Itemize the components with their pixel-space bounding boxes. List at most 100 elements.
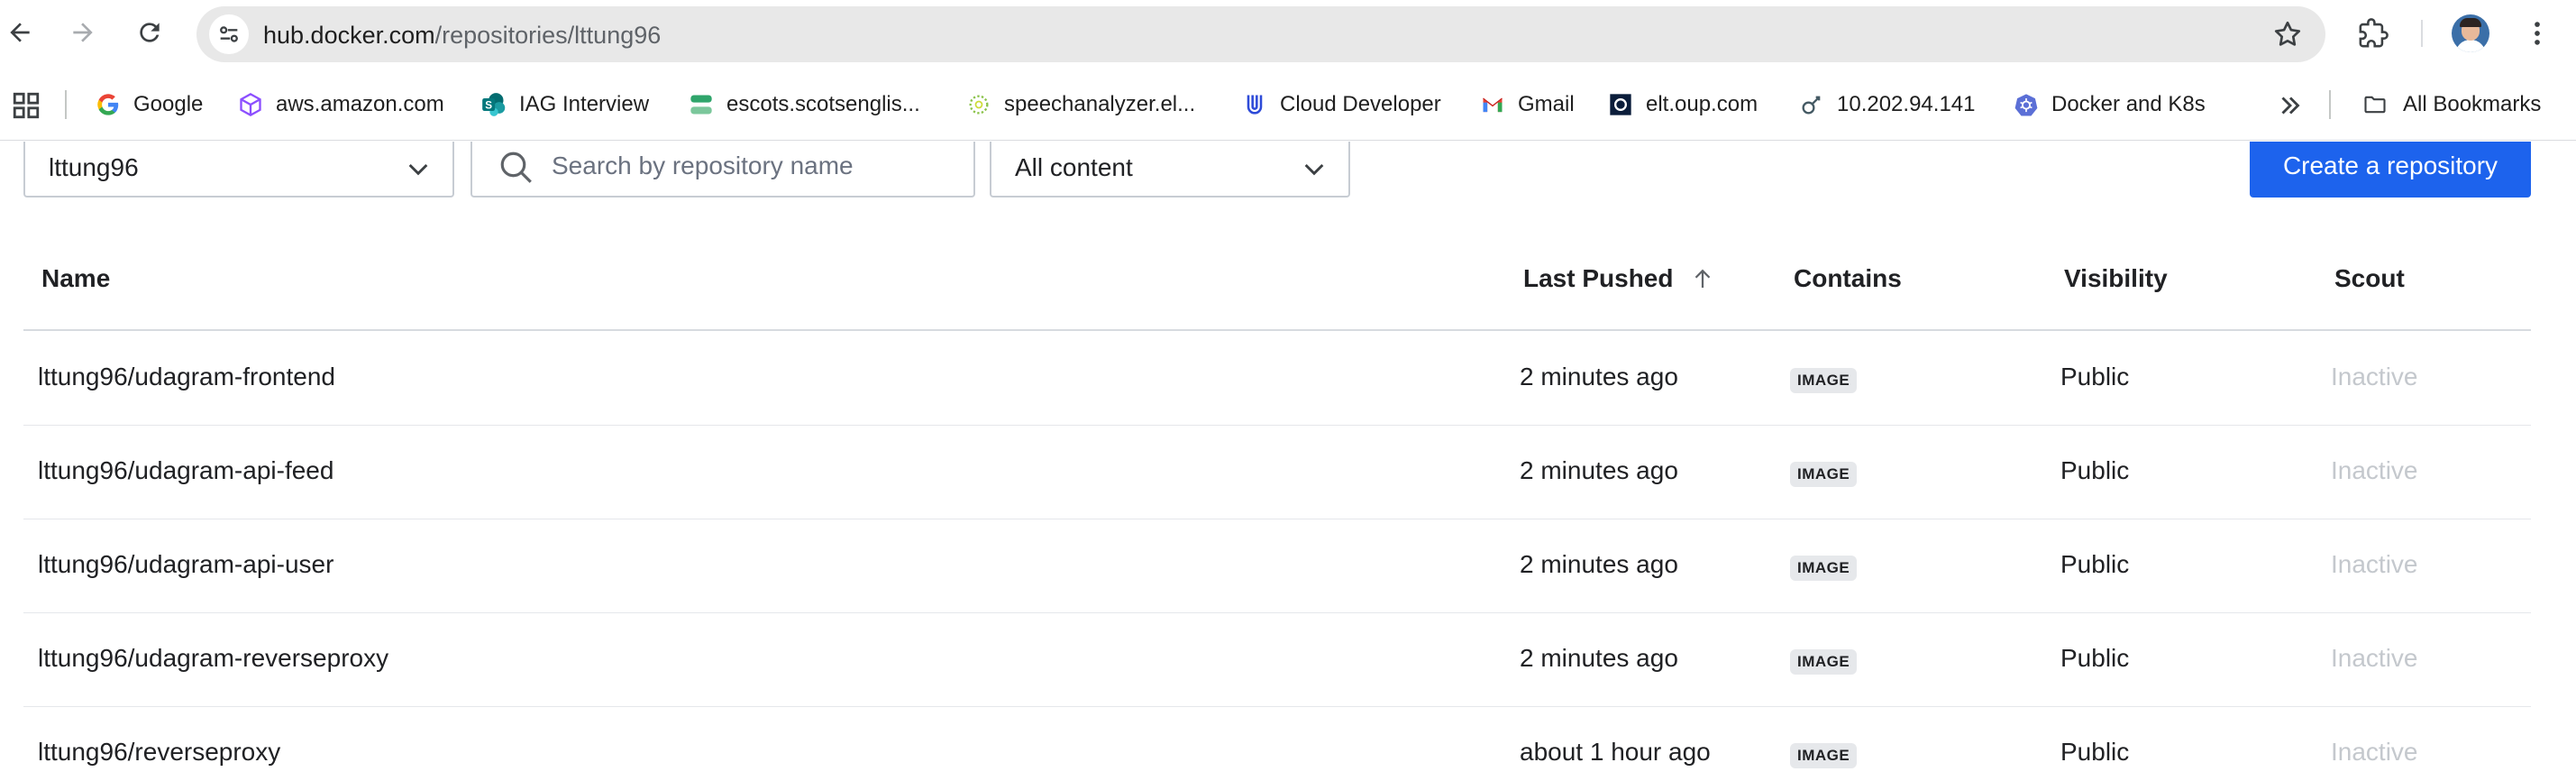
column-header-last-pushed[interactable]: Last Pushed <box>1523 264 1716 293</box>
contains-badge: IMAGE <box>1790 556 1858 581</box>
bookmark-speechanalyzer[interactable]: speechanalyzer.el... <box>966 83 1195 126</box>
visibility-value: Public <box>2060 456 2130 484</box>
column-label: Visibility <box>2064 264 2168 292</box>
last-pushed-value: 2 minutes ago <box>1520 363 1678 390</box>
table-row[interactable]: lttung96/udagram-api-user 2 minutes ago … <box>23 519 2531 613</box>
aws-icon <box>238 92 263 117</box>
last-pushed-value: about 1 hour ago <box>1520 738 1711 766</box>
repository-name-link[interactable]: lttung96/udagram-api-user <box>38 550 333 579</box>
address-bar[interactable]: hub.docker.com/repositories/lttung96 <box>196 6 2325 62</box>
google-icon <box>96 92 121 117</box>
column-header-contains: Contains <box>1794 264 1902 293</box>
contains-badge: IMAGE <box>1790 368 1858 393</box>
scout-status: Inactive <box>2331 363 2418 390</box>
visibility-value: Public <box>2060 363 2130 390</box>
server-icon <box>1799 92 1824 117</box>
bookmark-google[interactable]: Google <box>96 83 203 126</box>
column-label: Name <box>41 264 111 292</box>
contains-badge: IMAGE <box>1790 462 1858 487</box>
bookmark-label: escots.scotsenglis... <box>726 92 920 116</box>
folder-icon <box>2360 89 2390 120</box>
all-bookmarks-button[interactable]: All Bookmarks <box>2360 83 2541 126</box>
scout-status: Inactive <box>2331 738 2418 766</box>
sort-ascending-icon[interactable] <box>1689 265 1716 292</box>
bookmark-label: Gmail <box>1518 92 1575 116</box>
toolbar-divider <box>2421 20 2423 47</box>
column-header-name[interactable]: Name <box>41 264 110 293</box>
column-label: Scout <box>2334 264 2405 292</box>
bookmark-label: IAG Interview <box>519 92 650 116</box>
search-icon <box>500 152 532 183</box>
url-path: /repositories/lttung96 <box>434 22 662 49</box>
menu-icon[interactable] <box>2518 14 2556 52</box>
extensions-icon[interactable] <box>2354 14 2392 52</box>
bookmark-cloud-developer[interactable]: Cloud Developer <box>1242 83 1441 126</box>
bookmark-star-icon[interactable] <box>2271 18 2304 51</box>
column-header-visibility: Visibility <box>2064 264 2168 293</box>
scout-status: Inactive <box>2331 550 2418 578</box>
table-row[interactable]: lttung96/udagram-frontend 2 minutes ago … <box>23 332 2531 426</box>
namespace-select[interactable]: lttung96 <box>23 142 454 198</box>
bookmark-label: speechanalyzer.el... <box>1004 92 1196 116</box>
search-input[interactable] <box>552 148 930 184</box>
column-header-scout: Scout <box>2334 264 2405 293</box>
repository-name-link[interactable]: lttung96/udagram-reverseproxy <box>38 644 388 673</box>
bookmark-label: elt.oup.com <box>1646 92 1758 116</box>
bookmark-iag-interview[interactable]: S IAG Interview <box>481 83 649 126</box>
url-host: hub.docker.com <box>263 22 435 49</box>
column-label: Contains <box>1794 264 1902 292</box>
svg-text:S: S <box>485 100 492 112</box>
bookmark-label: Docker and K8s <box>2051 92 2206 116</box>
table-row[interactable]: lttung96/udagram-reverseproxy 2 minutes … <box>23 613 2531 707</box>
apps-grid-icon[interactable] <box>11 90 41 121</box>
reload-icon[interactable] <box>130 13 169 52</box>
table-row[interactable]: lttung96/udagram-api-feed 2 minutes ago … <box>23 426 2531 519</box>
bookmark-ip-address[interactable]: 10.202.94.141 <box>1799 83 1975 126</box>
bookmark-docker-k8s[interactable]: Docker and K8s <box>2014 83 2206 126</box>
chevron-down-icon <box>408 163 428 176</box>
last-pushed-value: 2 minutes ago <box>1520 456 1678 484</box>
site-info-icon[interactable] <box>209 14 249 54</box>
kubernetes-icon <box>2014 92 2039 117</box>
bookmark-gmail[interactable]: Gmail <box>1480 83 1575 126</box>
bookmark-label: Cloud Developer <box>1280 92 1441 116</box>
content-filter-select[interactable]: All content <box>990 142 1350 198</box>
forward-icon[interactable] <box>63 13 103 52</box>
visibility-value: Public <box>2060 738 2130 766</box>
contains-badge: IMAGE <box>1790 649 1858 675</box>
bookmark-escots[interactable]: escots.scotsenglis... <box>689 83 920 126</box>
bookmark-elt-oup[interactable]: elt.oup.com <box>1608 83 1758 126</box>
oup-icon <box>1608 92 1633 117</box>
bookmarks-divider <box>2329 90 2331 119</box>
last-pushed-value: 2 minutes ago <box>1520 644 1678 672</box>
speechanalyzer-icon <box>966 92 991 117</box>
last-pushed-value: 2 minutes ago <box>1520 550 1678 578</box>
table-row[interactable]: lttung96/reverseproxy about 1 hour ago I… <box>23 707 2531 781</box>
repository-name-link[interactable]: lttung96/udagram-api-feed <box>38 456 333 485</box>
repository-name-link[interactable]: lttung96/reverseproxy <box>38 738 280 767</box>
all-bookmarks-label: All Bookmarks <box>2403 92 2542 116</box>
create-repository-button[interactable]: Create a repository <box>2250 142 2531 198</box>
column-label: Last Pushed <box>1523 264 1674 292</box>
profile-avatar[interactable] <box>2452 14 2489 52</box>
browser-toolbar: hub.docker.com/repositories/lttung96 <box>0 0 2576 69</box>
escots-icon <box>689 92 714 117</box>
gmail-icon <box>1480 92 1505 117</box>
back-icon[interactable] <box>0 13 40 52</box>
url-text: hub.docker.com/repositories/lttung96 <box>263 22 661 49</box>
repository-name-link[interactable]: lttung96/udagram-frontend <box>38 363 335 391</box>
bookmark-label: Google <box>133 92 204 116</box>
sharepoint-icon: S <box>481 92 507 117</box>
visibility-value: Public <box>2060 550 2130 578</box>
chevron-down-icon <box>1304 163 1324 176</box>
udacity-icon <box>1242 92 1267 117</box>
visibility-value: Public <box>2060 644 2130 672</box>
repository-search[interactable] <box>470 142 975 198</box>
scout-status: Inactive <box>2331 644 2418 672</box>
table-header: Name Last Pushed Contains Visibility Sco… <box>23 253 2531 331</box>
more-bookmarks-icon[interactable] <box>2275 90 2306 121</box>
bookmark-label: 10.202.94.141 <box>1837 92 1976 116</box>
repositories-page: lttung96 All content Create a repository… <box>0 142 2576 781</box>
namespace-value: lttung96 <box>49 153 139 181</box>
bookmark-aws[interactable]: aws.amazon.com <box>238 83 444 126</box>
